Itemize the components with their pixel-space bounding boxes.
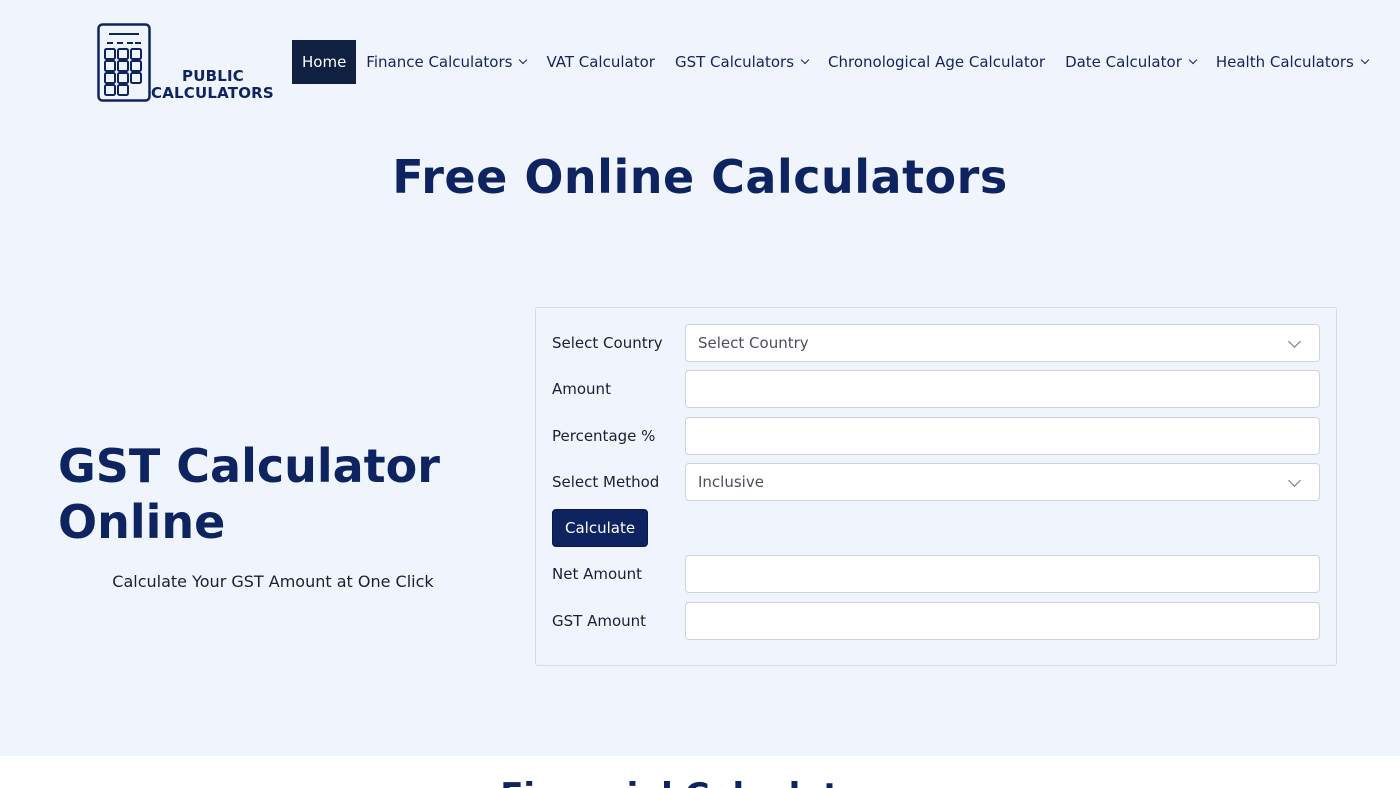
country-select[interactable]: Select Country xyxy=(685,324,1320,362)
gst-amount-row: GST Amount xyxy=(552,602,1320,640)
gst-amount-output[interactable] xyxy=(698,603,1307,639)
logo-line-1: PUBLIC xyxy=(182,67,244,85)
calculator-title: GST Calculator Online xyxy=(58,439,440,549)
nav-finance-calculators[interactable]: Finance Calculators xyxy=(356,40,536,84)
net-amount-output[interactable] xyxy=(698,556,1307,592)
method-label: Select Method xyxy=(552,473,660,491)
percentage-row: Percentage % xyxy=(552,417,1320,455)
chevron-down-icon xyxy=(1360,55,1370,65)
calculator-subtitle: Calculate Your GST Amount at One Click xyxy=(112,572,434,591)
gst-calculator-form: Select Country Select Country Amount Per… xyxy=(535,307,1337,666)
method-select-value: Inclusive xyxy=(698,473,764,491)
amount-input[interactable] xyxy=(698,371,1307,407)
method-row: Select Method Inclusive xyxy=(552,463,1320,501)
main-nav: Home Finance Calculators VAT Calculator … xyxy=(292,40,1378,84)
nav-age-label: Chronological Age Calculator xyxy=(828,53,1046,71)
nav-health-label: Health Calculators xyxy=(1215,53,1354,71)
country-label: Select Country xyxy=(552,334,663,352)
nav-home[interactable]: Home xyxy=(292,40,357,84)
next-section: Financial Calculators xyxy=(0,756,1400,788)
net-amount-label: Net Amount xyxy=(552,565,643,583)
net-amount-field-wrapper xyxy=(685,555,1320,593)
nav-gst-calculators[interactable]: GST Calculators xyxy=(665,40,818,84)
calculate-button[interactable]: Calculate xyxy=(552,509,649,547)
chevron-down-icon xyxy=(1288,335,1301,348)
gst-amount-label: GST Amount xyxy=(552,612,647,630)
country-row: Select Country Select Country xyxy=(552,324,1320,362)
percentage-label: Percentage % xyxy=(552,427,656,445)
method-select[interactable]: Inclusive xyxy=(685,463,1320,501)
nav-date-calculator[interactable]: Date Calculator xyxy=(1055,40,1206,84)
amount-row: Amount xyxy=(552,370,1320,408)
chevron-down-icon xyxy=(1288,474,1301,487)
chevron-down-icon xyxy=(519,55,528,65)
nav-vat-label: VAT Calculator xyxy=(546,53,655,71)
chevron-down-icon xyxy=(800,55,810,65)
next-section-title: Financial Calculators xyxy=(0,776,1400,788)
percentage-field-wrapper xyxy=(685,417,1320,455)
country-select-value: Select Country xyxy=(698,334,809,352)
nav-finance-label: Finance Calculators xyxy=(366,53,513,71)
gst-amount-field-wrapper xyxy=(685,602,1320,640)
nav-gst-label: GST Calculators xyxy=(674,53,795,71)
nav-vat-calculator[interactable]: VAT Calculator xyxy=(536,40,665,84)
chevron-down-icon xyxy=(1188,55,1198,65)
logo-wordmark: PUBLIC CALCULATORS xyxy=(151,68,274,102)
nav-home-label: Home xyxy=(302,53,347,71)
site-logo[interactable]: PUBLIC CALCULATORS xyxy=(97,23,279,103)
page-title: Free Online Calculators xyxy=(392,150,1008,204)
nav-chronological-age-calculator[interactable]: Chronological Age Calculator xyxy=(818,40,1055,84)
amount-field-wrapper xyxy=(685,370,1320,408)
logo-line-2: CALCULATORS xyxy=(151,84,274,102)
nav-health-calculators[interactable]: Health Calculators xyxy=(1206,40,1378,84)
calculator-logo-icon xyxy=(97,23,151,102)
percentage-input[interactable] xyxy=(698,418,1307,454)
nav-date-label: Date Calculator xyxy=(1065,53,1182,71)
amount-label: Amount xyxy=(552,380,611,398)
net-amount-row: Net Amount xyxy=(552,555,1320,593)
